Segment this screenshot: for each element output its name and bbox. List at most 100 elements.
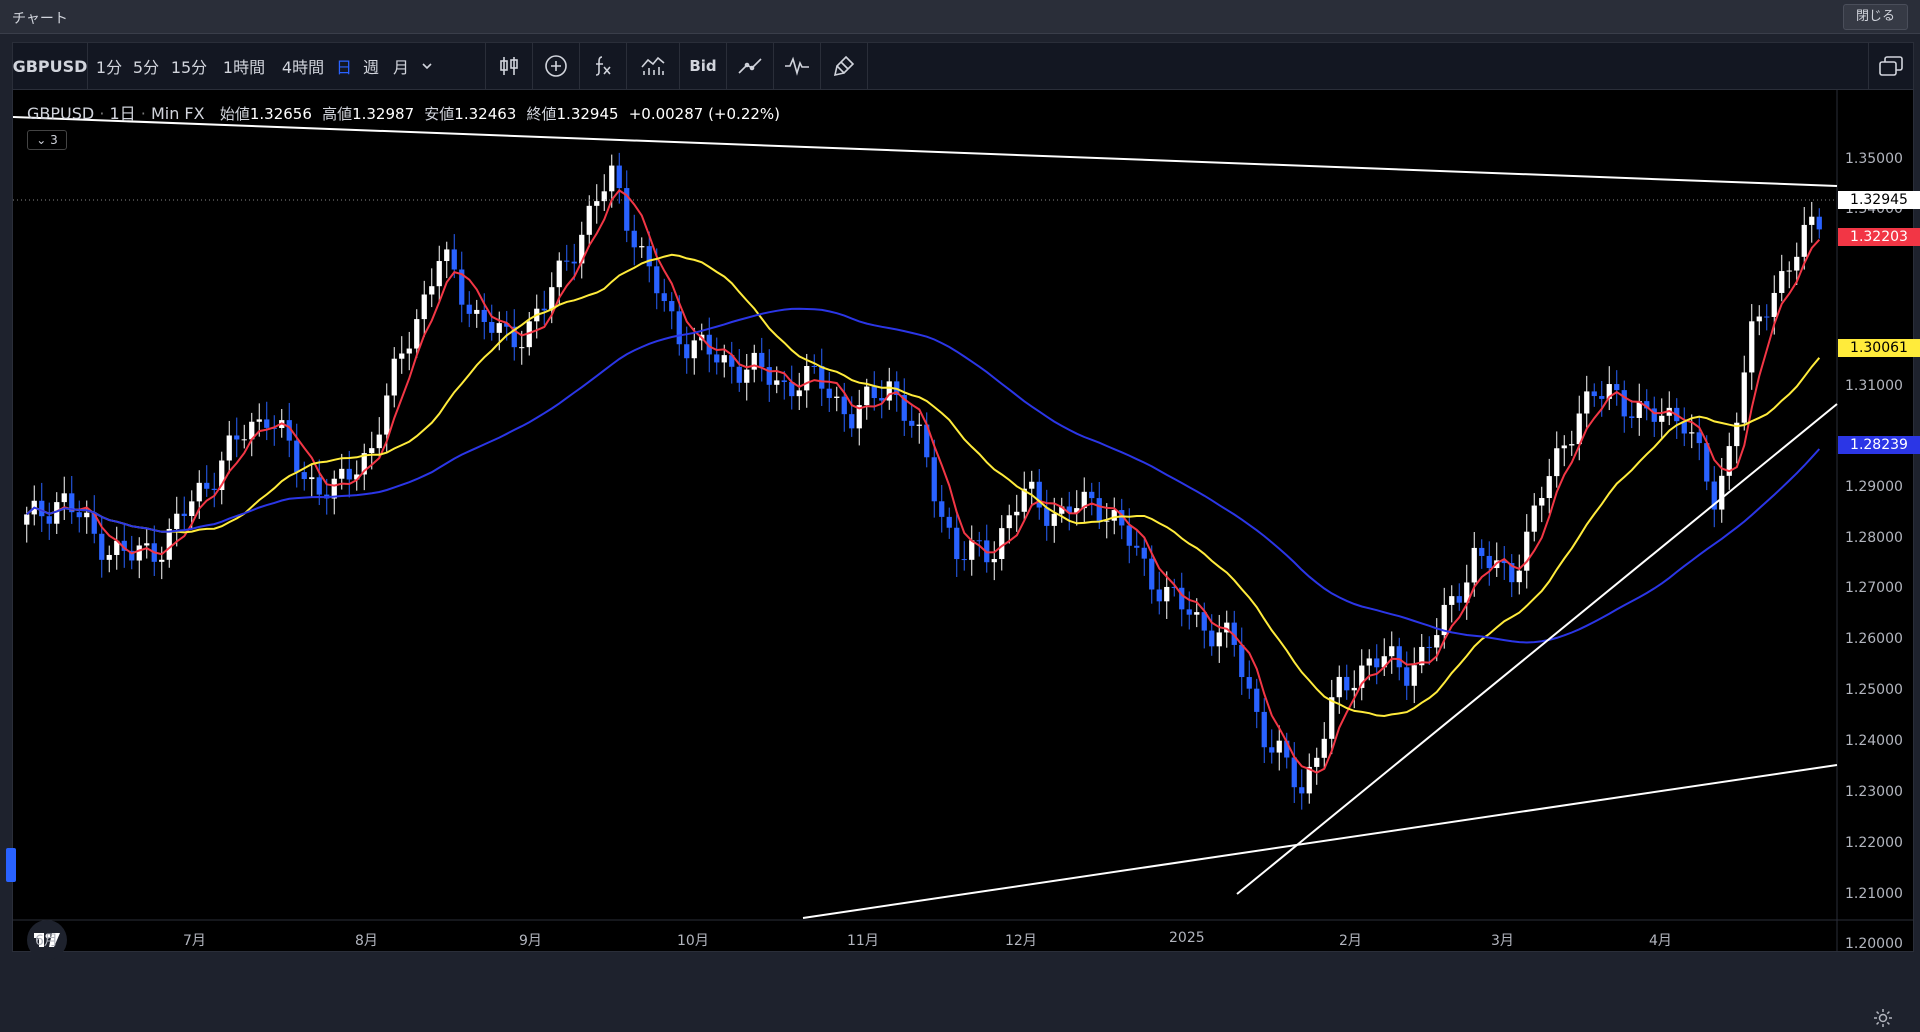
candle-body [1239,644,1245,678]
interval-15m[interactable]: 15分 [167,43,211,89]
chart-toolbar: GBPUSD 1分 5分 15分 1時間 4時間 日 週 月 Bid [13,43,1913,90]
candle-body [1471,547,1477,583]
interval-week[interactable]: 週 [357,43,385,89]
legend-interval: 1日 [109,104,136,123]
candle-body [1479,547,1485,556]
candle-body [1194,612,1200,615]
interval-month[interactable]: 月 [387,43,415,89]
close-button[interactable]: 閉じる [1842,4,1908,30]
candle-body [1486,555,1492,569]
candle-body [1396,646,1402,668]
candle-body [1321,738,1327,758]
candle-body [136,545,142,561]
candle-body [939,501,945,517]
candle-body [181,513,187,517]
price-tick: 1.27000 [1845,580,1903,596]
interval-day[interactable]: 日 [333,43,355,89]
candle-body [451,249,457,270]
candle-body [1209,630,1215,647]
candle-body [1449,596,1455,605]
candle-body [256,419,262,422]
trend-line-icon[interactable] [727,43,773,89]
candle-body [691,340,697,359]
candle-body [1156,589,1162,602]
candle-body [1696,432,1702,444]
plus-circle-icon[interactable] [533,43,579,89]
wave-icon[interactable] [774,43,820,89]
time-tick: 9月 [519,933,542,949]
candle-body [309,477,315,480]
chart-frame: GBPUSD 1分 5分 15分 1時間 4時間 日 週 月 Bid GBPUS… [12,42,1920,1027]
legend-low-label: 安値 [424,105,455,123]
candle-body [414,319,420,349]
settings-gear-icon[interactable] [1873,1008,1893,1032]
candle-body [1426,646,1432,648]
candle-body [639,246,645,248]
candles-icon[interactable] [486,43,532,89]
candle-body [1014,511,1020,516]
candle-body [669,301,675,312]
candle-body [571,261,577,264]
candle-body [721,355,727,363]
brush-icon[interactable] [821,43,867,89]
candle-body [849,414,855,429]
candle-body [609,165,615,192]
ma-fast-tag: 1.32203 [1838,228,1920,246]
chart-area[interactable]: GBPUSD · 1日 · Min FX 始値1.32656 高値1.32987… [13,90,1920,1027]
price-tick: 1.29000 [1845,479,1903,495]
candle-body [384,395,390,435]
interval-1h[interactable]: 1時間 [216,43,272,89]
candle-body [744,369,750,383]
fx-icon[interactable] [580,43,626,89]
candle-body [1629,416,1635,418]
interval-1m[interactable]: 1分 [93,43,125,89]
windows-icon[interactable] [1869,43,1913,89]
candle-body [1456,596,1462,603]
candle-body [1044,507,1050,526]
price-tick: 1.28000 [1845,530,1903,546]
price-chart[interactable] [13,90,1913,951]
legend-low: 1.32463 [454,105,517,123]
candle-body [864,386,870,406]
candle-body [976,540,982,542]
indicators-icon[interactable] [627,43,679,89]
candle-body [496,323,502,333]
candle-body [684,344,690,359]
window-titlebar: チャート 閉じる [0,0,1920,34]
candle-body [811,365,817,367]
interval-4h[interactable]: 4時間 [275,43,331,89]
candle-body [1434,635,1440,648]
candle-body [106,554,112,560]
bid-button[interactable]: Bid [680,43,726,89]
candle-body [781,380,787,383]
candle-body [1411,665,1417,686]
interval-5m[interactable]: 5分 [128,43,164,89]
candle-body [1261,711,1267,748]
chevron-down-icon[interactable] [416,43,438,89]
candle-body [1329,697,1335,739]
candle-body [1569,444,1575,446]
candle-body [1794,256,1800,271]
candle-body [189,501,195,517]
legend-high-label: 高値 [322,105,353,123]
candle-body [909,420,915,426]
candle-body [436,261,442,287]
candle-body [654,266,660,294]
candle-body [991,559,997,563]
symbol-button[interactable]: GBPUSD [13,43,88,89]
candle-body [429,286,435,295]
candle-body [301,472,307,480]
candle-body [774,380,780,385]
candle-body [1141,547,1147,559]
candle-body [646,246,652,267]
candle-body [369,448,375,454]
candle-body [961,559,967,561]
sidebar-toggle-handle[interactable] [6,848,16,882]
candle-body [594,201,600,206]
candle-body [474,309,480,314]
legend-collapse-button[interactable]: ⌄ 3 [27,130,67,150]
time-tick: 7月 [183,933,206,949]
candle-body [826,388,832,398]
candle-body [1786,270,1792,272]
time-tick: 2025 [1169,930,1205,946]
